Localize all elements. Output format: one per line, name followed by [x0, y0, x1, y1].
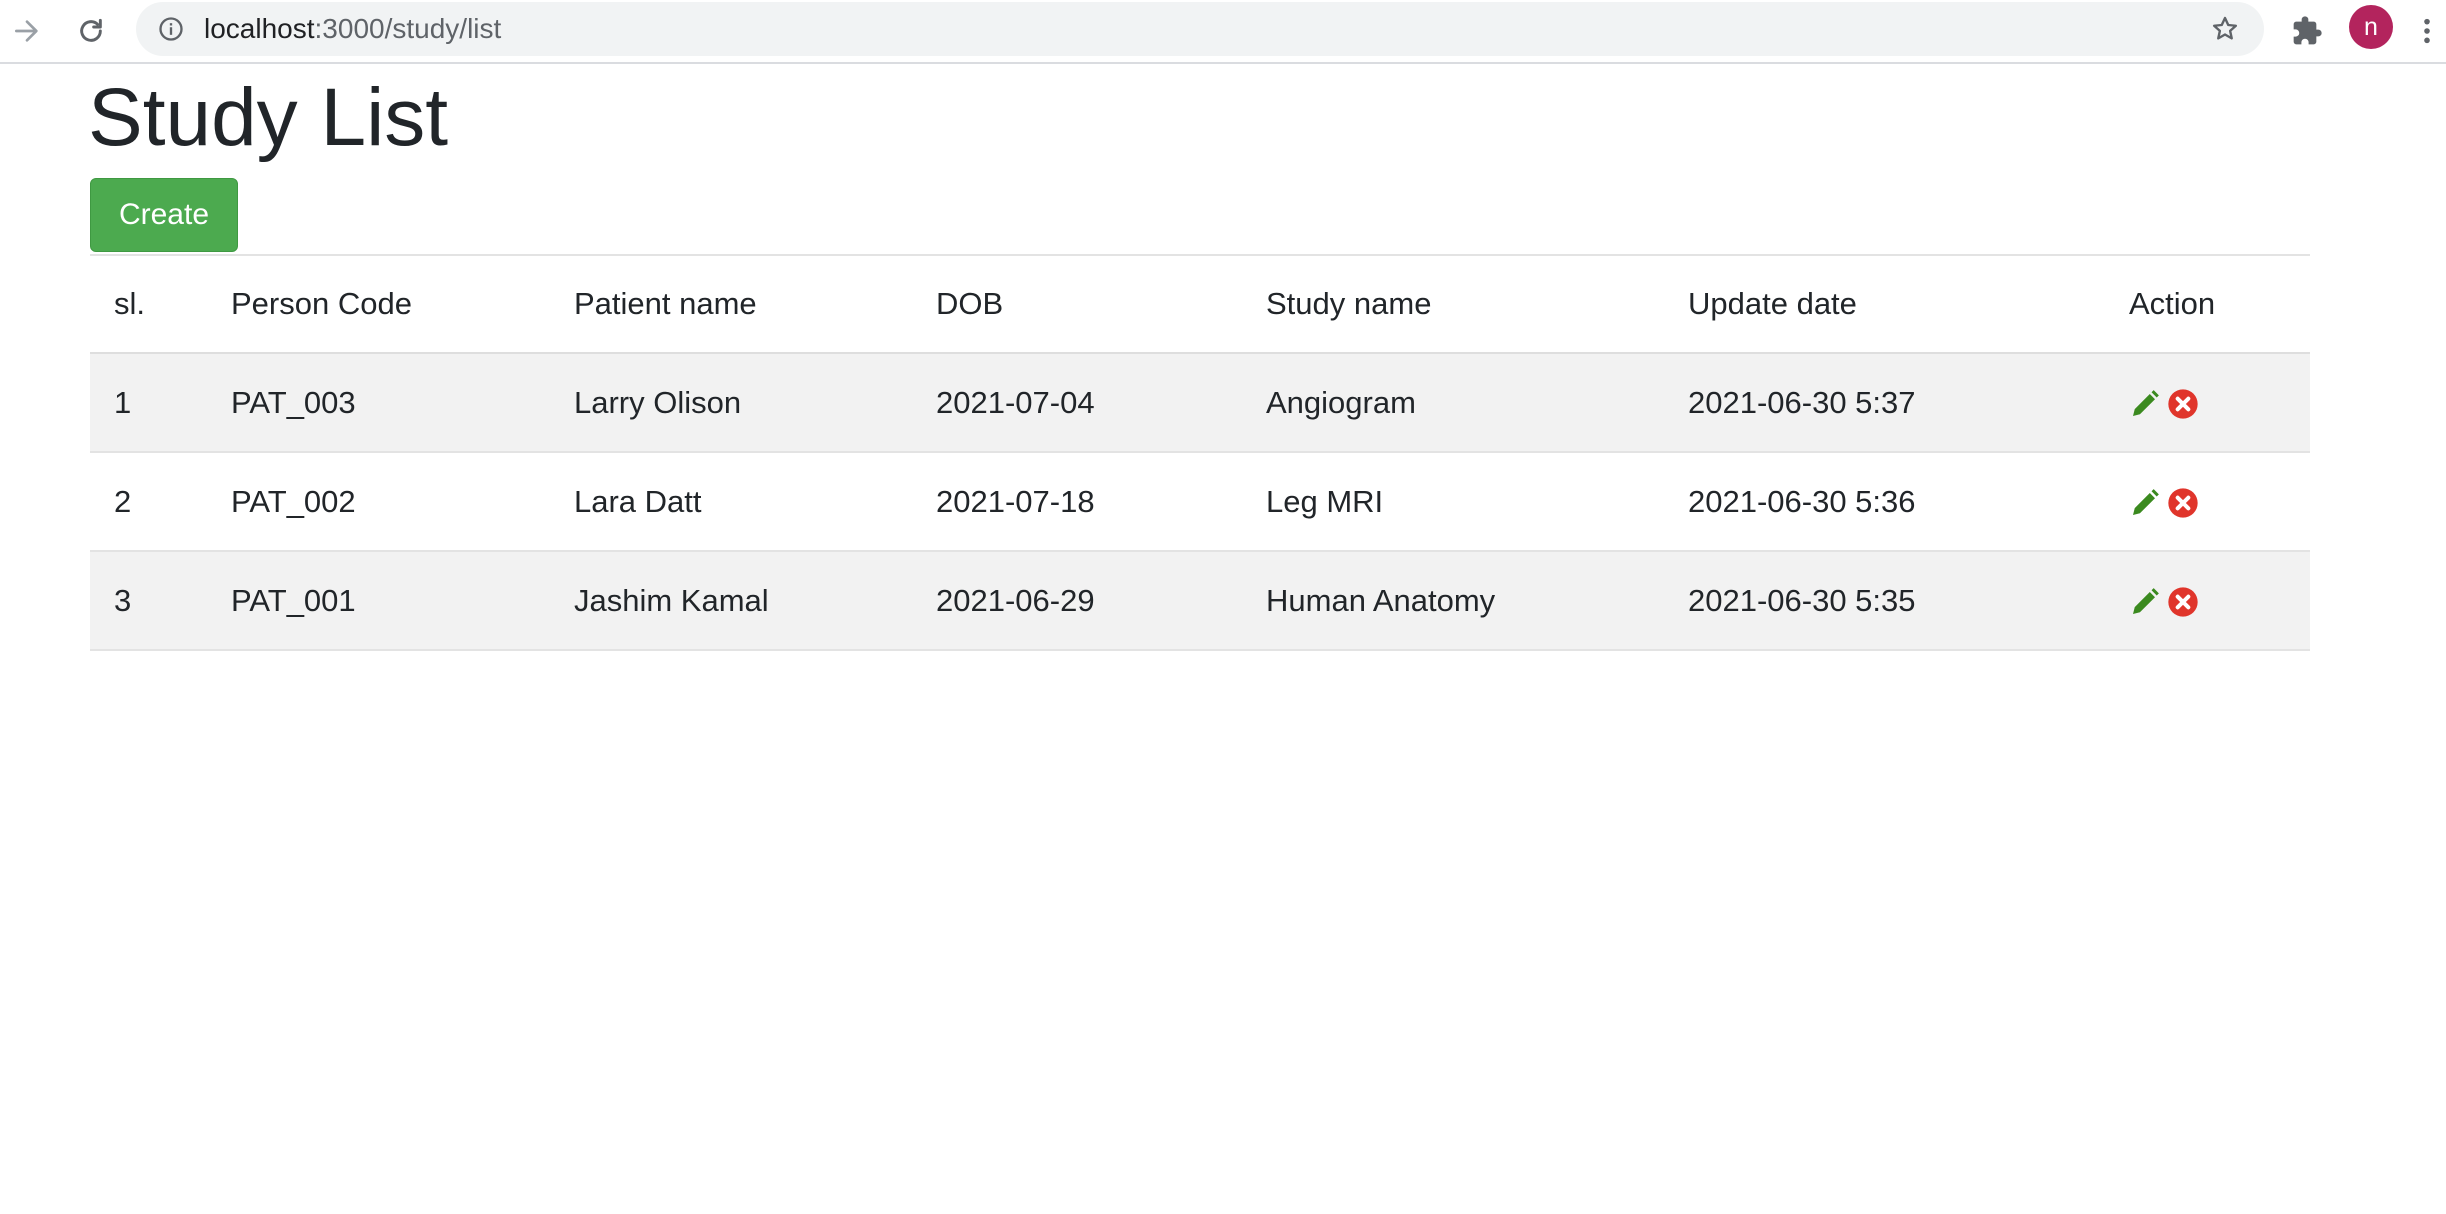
site-info-icon[interactable]	[156, 14, 186, 44]
cell-sl: 3	[114, 582, 132, 618]
cell-dob: 2021-07-04	[936, 384, 1095, 420]
pencil-icon[interactable]	[2129, 487, 2161, 519]
browser-toolbar: localhost:3000/study/list n	[0, 0, 2446, 64]
reload-button[interactable]	[68, 8, 114, 54]
cell-study-name: Angiogram	[1266, 384, 1416, 420]
address-bar[interactable]: localhost:3000/study/list	[136, 2, 2264, 56]
cell-patient-name: Lara Datt	[574, 483, 702, 519]
table-header-row: sl. Person Code Patient name DOB Study n…	[90, 254, 2310, 354]
cell-update-date: 2021-06-30 5:36	[1688, 483, 1916, 519]
browser-menu-button[interactable]	[2412, 8, 2442, 54]
forward-button[interactable]	[4, 8, 50, 54]
page-title: Study List	[88, 72, 449, 163]
cell-study-name: Leg MRI	[1266, 483, 1384, 519]
delete-circle-icon[interactable]	[2167, 388, 2199, 420]
cell-person-code: PAT_001	[231, 582, 356, 618]
column-header-update-date: Update date	[1664, 254, 2105, 354]
vertical-dots-icon	[2422, 15, 2432, 47]
table-body: 1 PAT_003 Larry Olison 2021-07-04 Angiog…	[90, 353, 2310, 650]
bookmark-star-icon[interactable]	[2208, 12, 2242, 46]
column-header-sl: sl.	[90, 254, 207, 354]
cell-study-name: Human Anatomy	[1266, 582, 1496, 618]
cell-person-code: PAT_003	[231, 384, 356, 420]
cell-sl: 1	[114, 384, 132, 420]
cell-sl: 2	[114, 483, 132, 519]
forward-arrow-icon	[11, 15, 43, 47]
cell-patient-name: Jashim Kamal	[574, 582, 769, 618]
cell-dob: 2021-06-29	[936, 582, 1095, 618]
pencil-icon[interactable]	[2129, 586, 2161, 618]
study-table: sl. Person Code Patient name DOB Study n…	[90, 254, 2310, 651]
table-header: sl. Person Code Patient name DOB Study n…	[90, 254, 2310, 354]
extensions-button[interactable]	[2284, 8, 2330, 54]
delete-circle-icon[interactable]	[2167, 586, 2199, 618]
url-host: localhost	[204, 13, 315, 44]
reload-icon	[75, 15, 107, 47]
create-button[interactable]: Create	[90, 178, 238, 252]
column-header-dob: DOB	[912, 254, 1242, 354]
cell-update-date: 2021-06-30 5:37	[1688, 384, 1916, 420]
cell-action	[2105, 452, 2310, 551]
column-header-patient-name: Patient name	[550, 254, 912, 354]
table-row: 3 PAT_001 Jashim Kamal 2021-06-29 Human …	[90, 551, 2310, 650]
column-header-person-code: Person Code	[207, 254, 550, 354]
column-header-action: Action	[2105, 254, 2310, 354]
cell-action	[2105, 551, 2310, 650]
cell-dob: 2021-07-18	[936, 483, 1095, 519]
column-header-study-name: Study name	[1242, 254, 1664, 354]
url-text[interactable]: localhost:3000/study/list	[204, 2, 501, 56]
profile-avatar[interactable]: n	[2349, 5, 2393, 49]
url-path: :3000/study/list	[314, 13, 502, 44]
cell-person-code: PAT_002	[231, 483, 356, 519]
delete-circle-icon[interactable]	[2167, 487, 2199, 519]
table-row: 2 PAT_002 Lara Datt 2021-07-18 Leg MRI 2…	[90, 452, 2310, 551]
pencil-icon[interactable]	[2129, 388, 2161, 420]
puzzle-piece-icon	[2291, 15, 2323, 47]
table-row: 1 PAT_003 Larry Olison 2021-07-04 Angiog…	[90, 353, 2310, 452]
cell-patient-name: Larry Olison	[574, 384, 742, 420]
cell-update-date: 2021-06-30 5:35	[1688, 582, 1916, 618]
cell-action	[2105, 353, 2310, 452]
